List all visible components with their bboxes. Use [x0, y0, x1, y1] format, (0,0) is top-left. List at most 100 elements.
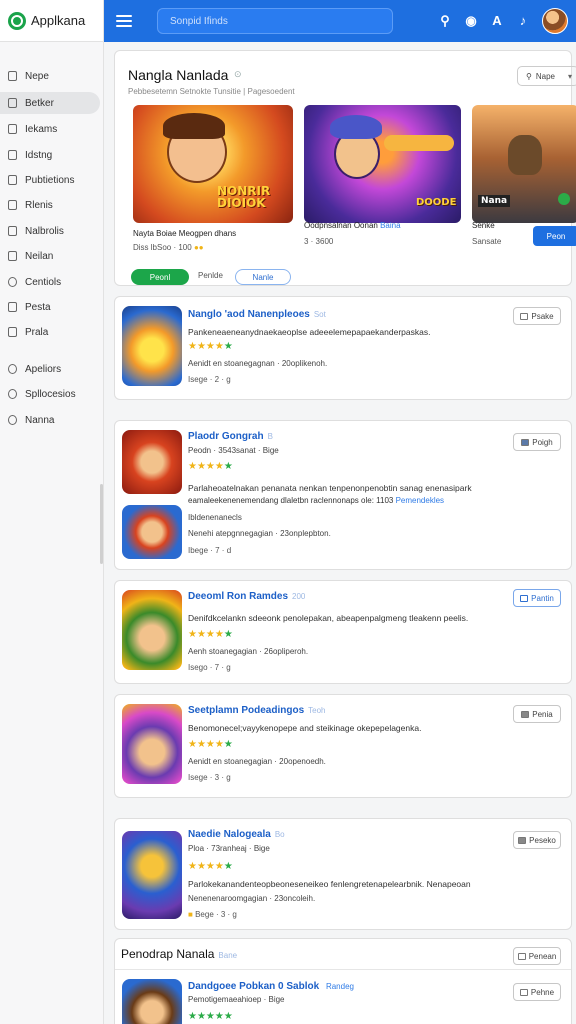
- menu-icon[interactable]: [116, 15, 132, 27]
- sort-dropdown[interactable]: ⚲ Nape ▾: [517, 66, 576, 86]
- featured-item-link[interactable]: Baina: [380, 221, 400, 230]
- file-icon: [8, 327, 17, 337]
- get-button[interactable]: Pantin: [513, 589, 561, 607]
- sidebar-item-6[interactable]: Nalbrolis: [0, 220, 100, 242]
- get-button[interactable]: Poigh: [513, 433, 561, 451]
- featured-action-button[interactable]: Peon: [533, 226, 576, 246]
- list-item-title-text: Nanglo 'aod Nanenpleoes: [188, 309, 310, 320]
- list-item[interactable]: Plaodr Gongrah B Peodn · 3543sanat · Bige…: [114, 420, 572, 570]
- featured-card: Nangla Nanlada ⊙ Pebbesetemn Setnokte Tu…: [114, 50, 576, 286]
- download-icon: [518, 836, 527, 844]
- list-item-title[interactable]: Nanglo 'aod Nanenpleoes Sot: [188, 309, 326, 320]
- featured-item-name: Senke: [472, 221, 495, 230]
- list-item-meta: Aenidt en stoanegagnan · 20oplikenoh.: [188, 359, 328, 368]
- list-item-meta: Aenh stoanegagian · 26opliperoh.: [188, 647, 309, 656]
- check-icon: [558, 193, 570, 205]
- character-hair: [163, 113, 225, 139]
- sidebar-item-label: Pesta: [25, 301, 51, 313]
- get-button[interactable]: Peseko: [513, 831, 561, 849]
- app-logo-icon: [8, 11, 26, 30]
- sidebar-item-5[interactable]: Rlenis: [0, 194, 100, 216]
- get-button[interactable]: Pehne: [513, 983, 561, 1001]
- sidebar-item-7[interactable]: Neilan: [0, 245, 100, 267]
- featured-subtitle: Pebbesetemn Setnokte Tunsitie | Pagesoed…: [128, 87, 295, 96]
- sidebar-item-9[interactable]: Pesta: [0, 296, 100, 318]
- list-item-subtitle: Pemotigemaeahioep · Bige: [188, 995, 285, 1004]
- list-item-title[interactable]: Plaodr Gongrah B: [188, 431, 273, 442]
- get-button-label: Peseko: [529, 835, 556, 845]
- list-item-title[interactable]: Seetplamn Podeadingos Teoh: [188, 705, 326, 716]
- file-icon: [8, 175, 17, 185]
- list-item[interactable]: Seetplamn Podeadingos Teoh Benomonecel;va…: [114, 694, 572, 798]
- character-hat: [330, 115, 382, 139]
- list-item-desc-2-text: eamaleekenenemendang dlaletbn raclennona…: [188, 496, 394, 505]
- sidebar-item-12[interactable]: Spllocesios: [0, 383, 100, 405]
- home-icon: [8, 71, 17, 81]
- sidebar-item-2[interactable]: Iekams: [0, 118, 100, 140]
- featured-thumbnail-2[interactable]: DOODE: [304, 105, 461, 223]
- grid-icon: [8, 124, 17, 134]
- get-button[interactable]: Penia: [513, 705, 561, 723]
- gear-icon: [8, 415, 17, 425]
- list-item[interactable]: Naedie Nalogeala Bo Ploa · 73ranheaj · Bi…: [114, 818, 572, 930]
- secondary-link[interactable]: Penlde: [198, 271, 223, 280]
- list-item-desc-2: eamaleekenenemendang dlaletbn raclennona…: [188, 496, 444, 505]
- featured-title: Nangla Nanlada: [128, 67, 229, 83]
- search-input[interactable]: Sonpid Ifinds: [157, 8, 393, 34]
- calendar-icon: [8, 150, 17, 160]
- list-item-title-text: Naedie Nalogeala: [188, 829, 271, 840]
- sidebar-item-13[interactable]: Nanna: [0, 409, 100, 431]
- list-item[interactable]: Nanglo 'aod Nanenpleoes Sot Pankeneaenean…: [114, 296, 572, 400]
- get-button-label: Psake: [531, 311, 554, 321]
- notification-icon[interactable]: ♪: [516, 14, 530, 28]
- art-title: Nana: [478, 195, 511, 207]
- get-button-label: Pehne: [530, 987, 555, 997]
- avatar[interactable]: [542, 8, 568, 34]
- featured-thumbnail-1[interactable]: NONRIR DIOIOK: [133, 105, 293, 223]
- featured-thumbnail-3[interactable]: Nana: [472, 105, 576, 223]
- list-item-link[interactable]: Pemendekles: [396, 496, 444, 505]
- list-item-title[interactable]: Naedie Nalogeala Bo: [188, 829, 285, 840]
- list-item-tag: 200: [292, 592, 306, 601]
- sidebar-item-4[interactable]: Pubtietions: [0, 169, 100, 191]
- translate-icon[interactable]: A: [490, 14, 504, 28]
- list-item-title[interactable]: Dandgoee Pobkan 0 Sablok Randeg: [188, 981, 354, 992]
- sidebar-item-10[interactable]: Prala: [0, 321, 100, 343]
- download-icon: [520, 594, 529, 602]
- sort-icon: ⚲: [526, 71, 532, 81]
- sidebar-item-label: Prala: [25, 326, 49, 338]
- list-item-desc: Pankeneaeneanydnaekaeoplse adeeelemepapa…: [188, 327, 431, 337]
- file-icon: [8, 226, 17, 236]
- sidebar-item-0[interactable]: Nepe: [0, 65, 100, 87]
- coin-icon: ■: [188, 910, 193, 919]
- sidebar-item-label: Rlenis: [25, 199, 53, 211]
- get-button-label: Pantin: [531, 593, 554, 603]
- rating-stars: ★★★★★: [188, 461, 233, 472]
- sidebar-item-8[interactable]: Centiols: [0, 271, 100, 293]
- download-icon: [519, 988, 528, 996]
- get-button[interactable]: Psake: [513, 307, 561, 325]
- sidebar-item-1[interactable]: Betker: [0, 92, 100, 114]
- sidebar-item-3[interactable]: Idstng: [0, 144, 100, 166]
- sidebar-item-label: Pubtietions: [25, 174, 75, 186]
- filter-pill[interactable]: Nanle: [235, 269, 291, 285]
- chat-icon[interactable]: ◉: [464, 14, 478, 28]
- featured-item-name: Oodpnsalnan Oonan Baina: [304, 221, 401, 230]
- download-icon: [521, 438, 530, 446]
- list-icon: [517, 952, 526, 960]
- list-item-title[interactable]: Deeoml Ron Ramdes 200: [188, 591, 305, 602]
- sidebar-scrollbar[interactable]: [100, 484, 103, 564]
- search-icon[interactable]: ⚲: [438, 14, 452, 28]
- list-item-meta-label: Ibldenenanecls: [188, 513, 242, 522]
- section-button[interactable]: Penean: [513, 947, 561, 965]
- section-title: Penodrap Nanala Bane: [121, 947, 237, 961]
- game-icon: [122, 704, 182, 784]
- list-item[interactable]: Deeoml Ron Ramdes 200 Denifdkcelankn sdee…: [114, 580, 572, 684]
- download-icon: [521, 710, 530, 718]
- top-bar: Applkana Sonpid Ifinds ⚲ ◉ A ♪: [0, 0, 576, 42]
- sidebar-item-11[interactable]: Apeliors: [0, 358, 100, 380]
- list-item-link[interactable]: Randeg: [326, 982, 354, 991]
- primary-button[interactable]: Peonl: [131, 269, 189, 285]
- featured-item-meta-count: 100: [178, 243, 192, 252]
- brand[interactable]: Applkana: [0, 0, 104, 42]
